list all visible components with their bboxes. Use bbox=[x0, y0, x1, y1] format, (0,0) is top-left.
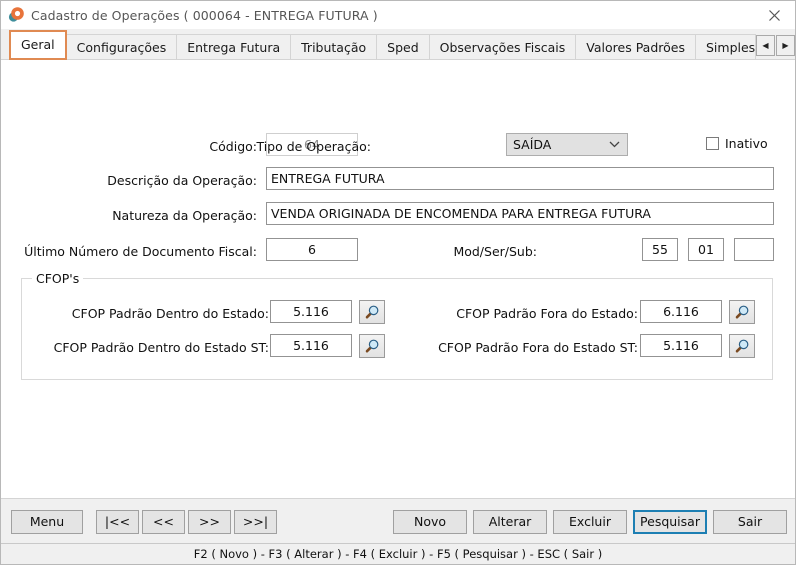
tab-strip: Geral Configurações Entrega Futura Tribu… bbox=[1, 29, 795, 60]
cfop-fora-st-search-button[interactable] bbox=[729, 334, 755, 358]
inativo-label: Inativo bbox=[725, 136, 768, 151]
mod-ser-sub-label: Mod/Ser/Sub: bbox=[453, 244, 537, 259]
cfop-fora-search-button[interactable] bbox=[729, 300, 755, 324]
cfop-dentro-st-field[interactable]: 5.116 bbox=[270, 334, 352, 357]
natureza-field[interactable]: VENDA ORIGINADA DE ENCOMENDA PARA ENTREG… bbox=[266, 202, 774, 225]
cfop-dentro-label: CFOP Padrão Dentro do Estado: bbox=[71, 306, 269, 321]
modelo-field[interactable]: 55 bbox=[642, 238, 678, 261]
window-title: Cadastro de Operações ( 000064 - ENTREGA… bbox=[31, 7, 378, 23]
inativo-checkbox[interactable]: Inativo bbox=[706, 136, 768, 151]
action-button-bar: Menu |<< << >> >>| Novo Alterar Excluir … bbox=[1, 498, 795, 544]
tab-label: Tributação bbox=[301, 40, 367, 55]
tipo-operacao-label: Tipo de Operação: bbox=[256, 139, 371, 154]
tab-label: Observações Fiscais bbox=[439, 40, 566, 55]
subserie-field[interactable] bbox=[734, 238, 774, 261]
tab-tributacao[interactable]: Tributação bbox=[290, 34, 378, 60]
sair-button[interactable]: Sair bbox=[713, 510, 787, 534]
tab-label: Entrega Futura bbox=[187, 40, 281, 55]
tipo-operacao-select[interactable]: SAÍDA bbox=[506, 133, 628, 156]
application-window: Cadastro de Operações ( 000064 - ENTREGA… bbox=[0, 0, 796, 565]
pesquisar-button[interactable]: Pesquisar bbox=[633, 510, 707, 534]
last-record-button[interactable]: >>| bbox=[234, 510, 277, 534]
tab-label: Sped bbox=[387, 40, 419, 55]
cfop-dentro-st-label: CFOP Padrão Dentro do Estado ST: bbox=[53, 340, 269, 355]
shortcut-hints: F2 ( Novo ) - F3 ( Alterar ) - F4 ( Excl… bbox=[193, 547, 603, 561]
descricao-field[interactable]: ENTREGA FUTURA bbox=[266, 167, 774, 190]
tab-sped[interactable]: Sped bbox=[376, 34, 430, 60]
tab-configuracoes[interactable]: Configurações bbox=[65, 34, 178, 60]
tab-geral[interactable]: Geral bbox=[9, 30, 67, 60]
tab-scroll-left-icon[interactable]: ◀ bbox=[756, 35, 775, 56]
search-icon bbox=[365, 339, 379, 353]
alterar-button[interactable]: Alterar bbox=[473, 510, 547, 534]
tab-scroll-right-icon[interactable]: ▶ bbox=[776, 35, 795, 56]
search-icon bbox=[735, 339, 749, 353]
tab-label: Geral bbox=[21, 37, 55, 52]
tab-label: Valores Padrões bbox=[586, 40, 685, 55]
previous-record-button[interactable]: << bbox=[142, 510, 185, 534]
cfop-dentro-search-button[interactable] bbox=[359, 300, 385, 324]
tab-scroll-controls: ◀ ▶ bbox=[756, 35, 795, 60]
cfop-dentro-field[interactable]: 5.116 bbox=[270, 300, 352, 323]
chevron-down-icon bbox=[609, 134, 620, 155]
close-window-button[interactable] bbox=[754, 1, 795, 29]
tab-simples-nacional[interactable]: Simples N bbox=[695, 34, 756, 60]
ultimo-numero-field[interactable]: 6 bbox=[266, 238, 358, 261]
cfop-fora-st-label: CFOP Padrão Fora do Estado ST: bbox=[438, 340, 638, 355]
title-bar: Cadastro de Operações ( 000064 - ENTREGA… bbox=[1, 1, 795, 29]
app-logo-icon bbox=[7, 6, 25, 24]
cfop-fora-field[interactable]: 6.116 bbox=[640, 300, 722, 323]
cfop-dentro-st-search-button[interactable] bbox=[359, 334, 385, 358]
natureza-label: Natureza da Operação: bbox=[112, 208, 257, 223]
novo-button[interactable]: Novo bbox=[393, 510, 467, 534]
cfop-groupbox: CFOP's CFOP Padrão Dentro do Estado: 5.1… bbox=[21, 271, 773, 380]
next-record-button[interactable]: >> bbox=[188, 510, 231, 534]
status-bar: F2 ( Novo ) - F3 ( Alterar ) - F4 ( Excl… bbox=[1, 543, 795, 564]
serie-field[interactable]: 01 bbox=[688, 238, 724, 261]
tab-observacoes-fiscais[interactable]: Observações Fiscais bbox=[428, 34, 577, 60]
cfop-fora-label: CFOP Padrão Fora do Estado: bbox=[456, 306, 638, 321]
first-record-button[interactable]: |<< bbox=[96, 510, 139, 534]
tab-valores-padroes[interactable]: Valores Padrões bbox=[575, 34, 696, 60]
tab-label: Simples N bbox=[706, 40, 756, 55]
excluir-button[interactable]: Excluir bbox=[553, 510, 627, 534]
tab-content-geral: Código: 64 Tipo de Operação: SAÍDA Inati… bbox=[1, 59, 795, 499]
ultimo-numero-label: Último Número de Documento Fiscal: bbox=[24, 244, 257, 259]
cfop-fora-st-field[interactable]: 5.116 bbox=[640, 334, 722, 357]
tab-entrega-futura[interactable]: Entrega Futura bbox=[176, 34, 292, 60]
menu-button[interactable]: Menu bbox=[11, 510, 83, 534]
inativo-checkbox-box[interactable] bbox=[706, 137, 719, 150]
tab-label: Configurações bbox=[76, 40, 167, 55]
descricao-label: Descrição da Operação: bbox=[107, 173, 257, 188]
tipo-operacao-value: SAÍDA bbox=[513, 137, 552, 152]
search-icon bbox=[735, 305, 749, 319]
codigo-label: Código: bbox=[209, 139, 257, 154]
search-icon bbox=[365, 305, 379, 319]
cfop-groupbox-title: CFOP's bbox=[32, 271, 84, 286]
